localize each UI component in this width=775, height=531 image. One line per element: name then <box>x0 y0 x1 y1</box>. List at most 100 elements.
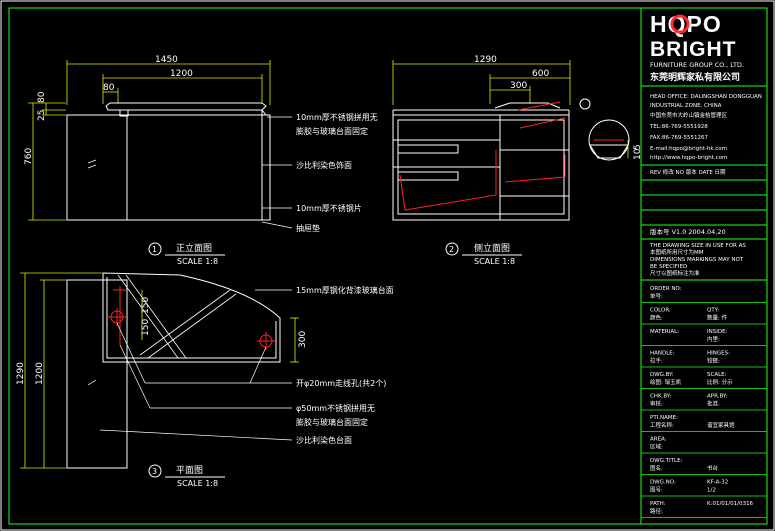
note-drawer-pad: 抽屉垫 <box>296 223 320 233</box>
row-label-en: AREA: <box>650 437 667 443</box>
brand-logo-hqpo: HQPO <box>650 11 722 37</box>
front-view-number: 1 <box>152 245 157 254</box>
row-label-cn: 图名: <box>650 464 663 472</box>
address-email: E-mail:hqpo@bright-hk.com <box>650 146 727 152</box>
note-steel-sheet: 10mm厚不锈钢片 <box>296 203 362 213</box>
row-key-2: QTY: <box>707 308 719 314</box>
front-view-dimensions <box>28 60 271 221</box>
row-value-2: 批准: <box>707 400 720 408</box>
side-view-dimensions <box>392 60 629 158</box>
row-key-2: INSIDE: <box>707 329 728 335</box>
side-view-red-lines <box>399 101 624 211</box>
plan-view-notes: 15mm厚钢化背漆玻璃台面 开φ20mm走线孔(共2个) φ50mm不锈钢拼用无… <box>296 285 394 445</box>
notice-line-2: 本图纸所用尺寸为MM <box>650 248 704 256</box>
address-line-1: HEAD OFFICE: DALINGSHAN DONGGUAN <box>650 94 762 100</box>
row-value-2: 比例: 分示 <box>707 378 733 386</box>
row-label-cn: 区域: <box>650 443 663 451</box>
row-value-2: 内里: <box>707 335 720 343</box>
row-label-cn: 单号: <box>650 292 663 300</box>
row-label-en: PATH: <box>650 501 666 507</box>
dim-1200: 1200 <box>170 69 193 79</box>
title-block-rows: ORDER NO:单号: COLOR:颜色: QTY:数量: 件 MATERIAL: I… <box>641 286 767 518</box>
row-key-2: APR.BY: <box>707 394 728 400</box>
row-label-en: HANDLE: <box>650 351 675 357</box>
revision-header: REV 修改 NO 版本 DATE 日期 <box>650 168 726 176</box>
side-view-title: 侧立面图 <box>474 242 510 254</box>
dim-v80: 80 <box>37 91 47 103</box>
row-label-en: CHK.BY: <box>650 394 671 400</box>
note-cable-hole: 开φ20mm走线孔(共2个) <box>296 378 386 388</box>
row-label-cn: 路径: <box>650 507 663 515</box>
row-key-2: K:01/01/01/0316 <box>707 501 754 507</box>
row-label-en: ORDER NO: <box>650 286 682 292</box>
version-row: 版本号 V1.0 2004.04.20 <box>650 227 726 236</box>
dim-side-300: 300 <box>510 81 527 91</box>
front-view <box>66 102 271 221</box>
note-sapele-top: 沙比利染色台面 <box>296 435 352 445</box>
row-label-en: MATERIAL: <box>650 329 679 335</box>
note-steel-plate: 10mm厚不锈钢拼用无 <box>296 112 378 122</box>
dim-side-1290: 1290 <box>474 55 497 65</box>
plan-view-scale: SCALE 1:8 <box>177 479 218 488</box>
dim-plan-1290: 1290 <box>16 362 26 385</box>
address-line-3: 中国东莞市大岭山镇金桔管理区 <box>650 111 728 119</box>
row-label-en: COLOR: <box>650 308 671 314</box>
company-name-en: FURNITURE GROUP CO., LTD. <box>650 61 744 69</box>
plan-view-title: 平面图 <box>176 465 203 476</box>
row-value-2: 谐宜家具馆 <box>707 421 735 429</box>
dim-side-600: 600 <box>532 69 549 79</box>
dim-side-5: 5 <box>633 144 643 150</box>
row-key-2: KF-A-32 <box>707 480 728 486</box>
row-label-en: DWG.NO: <box>650 480 676 486</box>
note-glue-fix-plan: 膨胶与玻璃台面固定 <box>296 417 368 427</box>
dim-v25: 25 <box>37 110 47 121</box>
row-value-2: 1/2 <box>707 488 716 494</box>
side-view <box>392 98 630 221</box>
plan-view-dimensions <box>20 272 299 469</box>
dim-760: 760 <box>24 148 34 165</box>
company-name-cn: 东莞明辉家私有限公司 <box>650 71 740 83</box>
row-label-cn: 工程名称: <box>650 421 674 429</box>
address-line-2: INDUSTRIAL ZONE, CHINA <box>650 103 722 109</box>
row-label-cn: 审核: <box>650 400 663 408</box>
row-value-2: 数量: 件 <box>707 314 728 322</box>
plan-view <box>66 272 281 469</box>
note-glass-top: 15mm厚钢化背漆玻璃台面 <box>296 285 394 295</box>
row-label-en: PTI.NAME: <box>650 415 678 421</box>
dim-plan-300: 300 <box>298 331 308 348</box>
row-value-2: 书台 <box>707 464 719 472</box>
address-fax: FAX:86-769-5551267 <box>650 135 709 141</box>
row-label-cn: 拉手: <box>650 357 663 365</box>
dim-plan-150b: 150 <box>141 297 151 314</box>
plan-view-label: 3 平面图 SCALE 1:8 <box>148 464 225 488</box>
address-tel: TEL:86-769-5551928 <box>649 124 708 130</box>
row-key-2: SCALE: <box>707 372 727 378</box>
side-view-number: 2 <box>449 245 454 254</box>
front-view-notes: 10mm厚不锈钢拼用无 膨胶与玻璃台面固定 沙比利染色饰面 10mm厚不锈钢片 … <box>296 112 378 233</box>
front-view-title: 正立面图 <box>176 242 212 254</box>
notice-line-3: DIMENSIONS MARKINGS MAY NOT <box>650 257 744 263</box>
row-label-cn: 图号: <box>650 486 663 494</box>
notice-line-1: THE DRAWING SIZE IN USE FOR AS <box>649 243 746 249</box>
brand-logo-bright: BRIGHT <box>650 38 737 61</box>
address-web: http://www.hqpo-bright.com <box>650 155 727 161</box>
row-label-en: DWG.BY: <box>650 372 674 378</box>
row-label-cn: 绘图: 邹玉凯 <box>650 378 682 386</box>
drawing-canvas: 1450 1200 80 760 80 25 10mm厚不锈钢拼用无 膨胶与玻璃… <box>0 0 775 531</box>
side-view-label: 2 侧立面图 SCALE 1:8 <box>445 242 522 266</box>
plan-view-leaders <box>99 289 293 441</box>
note-sapele-finish: 沙比利染色饰面 <box>296 160 352 170</box>
dim-plan-150a: 150 <box>141 319 151 336</box>
dim-1450: 1450 <box>155 55 178 65</box>
notice-line-5: 尺寸以图纸标注为准 <box>650 269 700 277</box>
front-view-label: 1 正立面图 SCALE 1:8 <box>148 242 225 266</box>
title-block: HQPO BRIGHT FURNITURE GROUP CO., LTD. 东莞… <box>641 11 767 281</box>
dim-plan-1200: 1200 <box>35 362 45 385</box>
side-view-scale: SCALE 1:8 <box>474 257 515 266</box>
notice-line-4: BE SPECIFIED <box>650 264 687 270</box>
row-value-2: 铰链: <box>707 357 720 365</box>
row-label-cn: 颜色: <box>650 314 663 322</box>
plan-view-number: 3 <box>152 467 157 476</box>
front-view-scale: SCALE 1:8 <box>177 257 218 266</box>
dim-80: 80 <box>103 83 115 93</box>
